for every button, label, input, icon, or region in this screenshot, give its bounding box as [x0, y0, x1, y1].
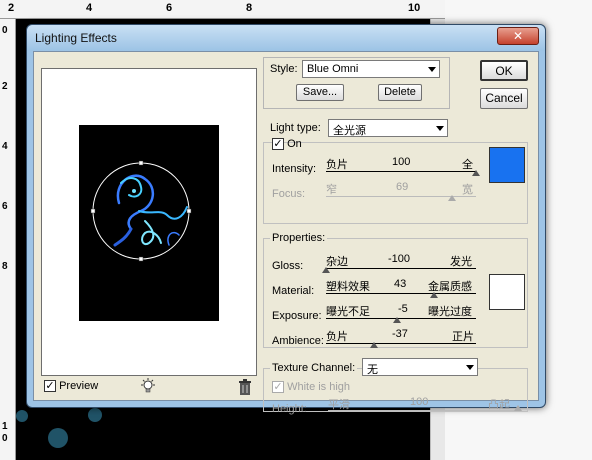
- close-button[interactable]: ✕: [497, 27, 539, 45]
- properties-color-swatch[interactable]: [489, 274, 525, 310]
- height-value: 100: [410, 396, 429, 408]
- material-slider-track[interactable]: [326, 293, 476, 294]
- intensity-value: 100: [392, 156, 411, 168]
- intensity-slider-track[interactable]: [326, 171, 476, 172]
- focus-label: Focus:: [272, 188, 306, 200]
- chevron-down-icon: [436, 126, 444, 131]
- preview-toggle[interactable]: ✓ Preview: [44, 380, 99, 393]
- dialog-client: ✓ Preview Style: Blue Omni Save... Delet…: [33, 51, 539, 415]
- ruler-number: 2: [8, 2, 15, 14]
- preview-pane: [41, 68, 257, 376]
- white-is-high-toggle[interactable]: ✓ White is high: [272, 381, 351, 394]
- material-min-label: 塑料效果: [326, 281, 370, 293]
- gloss-value: -100: [388, 253, 411, 265]
- ambience-value: -37: [392, 328, 408, 340]
- gloss-slider-thumb[interactable]: [322, 267, 330, 273]
- focus-min-label: 窄: [326, 184, 337, 196]
- ruler-number: 6: [166, 2, 173, 14]
- ruler-number: 0: [2, 25, 8, 36]
- light-on-checkbox[interactable]: ✓: [272, 138, 284, 151]
- preview-image[interactable]: [79, 125, 219, 321]
- intensity-min-label: 负片: [326, 159, 348, 171]
- light-type-select[interactable]: 全光源: [328, 119, 448, 137]
- top-ruler: 2 4 6 8 10: [0, 0, 445, 19]
- gloss-max-label: 发光: [450, 256, 472, 268]
- ambience-min-label: 负片: [326, 331, 348, 343]
- texture-channel-select[interactable]: 无: [362, 358, 478, 376]
- exposure-value: -5: [398, 303, 408, 315]
- style-group: [263, 57, 450, 109]
- exposure-slider-thumb[interactable]: [392, 317, 401, 323]
- light-type-select-value: 全光源: [333, 125, 366, 137]
- dialog-titlebar[interactable]: Lighting Effects ✕: [27, 25, 545, 51]
- material-slider-thumb[interactable]: [430, 292, 438, 298]
- focus-value: 69: [396, 181, 409, 193]
- preview-label: Preview: [59, 380, 99, 393]
- canvas-decoration: [48, 428, 68, 448]
- canvas-decoration: [88, 408, 102, 422]
- ruler-number: 2: [2, 81, 8, 92]
- exposure-min-label: 曝光不足: [326, 306, 370, 318]
- chevron-down-icon: [466, 365, 474, 370]
- cancel-button[interactable]: Cancel: [480, 88, 528, 109]
- intensity-label: Intensity:: [272, 163, 317, 175]
- ruler-number: 10: [408, 2, 421, 14]
- properties-title: Properties:: [270, 232, 328, 244]
- texture-channel-select-value: 无: [367, 364, 378, 376]
- canvas-decoration: [16, 410, 28, 422]
- ambience-slider-thumb[interactable]: [370, 342, 378, 348]
- ruler-number: 0: [2, 433, 8, 444]
- ruler-number: 6: [2, 201, 8, 212]
- height-slider-track[interactable]: [328, 410, 518, 411]
- white-is-high-checkbox[interactable]: ✓: [272, 381, 284, 394]
- ambience-slider-track[interactable]: [326, 343, 476, 344]
- gloss-label: Gloss:: [272, 260, 304, 272]
- focus-max-label: 宽: [462, 184, 473, 196]
- intensity-slider-thumb[interactable]: [472, 170, 480, 176]
- exposure-max-label: 曝光过度: [428, 306, 472, 318]
- preview-checkbox[interactable]: ✓: [44, 380, 56, 393]
- lighting-effects-dialog: Lighting Effects ✕ ✓ Preview Style: Blue…: [26, 24, 546, 415]
- white-is-high-label: White is high: [287, 381, 351, 394]
- height-slider-thumb[interactable]: [514, 405, 522, 411]
- dialog-title: Lighting Effects: [35, 31, 117, 45]
- focus-slider-thumb[interactable]: [448, 195, 456, 201]
- ruler-number: 1: [2, 421, 8, 432]
- ruler-number: 8: [2, 261, 8, 272]
- material-value: 43: [394, 278, 407, 290]
- ok-button[interactable]: OK: [480, 60, 528, 81]
- exposure-label: Exposure:: [272, 310, 322, 322]
- light-on-toggle[interactable]: ✓ On: [272, 138, 302, 151]
- light-color-swatch[interactable]: [489, 147, 525, 183]
- gloss-slider-track[interactable]: [326, 268, 476, 269]
- light-type-label: Light type:: [270, 122, 321, 134]
- material-label: Material:: [272, 285, 315, 297]
- ruler-number: 8: [246, 2, 253, 14]
- light-on-label: On: [287, 138, 302, 151]
- height-label: Height:: [272, 403, 307, 415]
- left-ruler: 0 2 4 6 8 1 0: [0, 19, 16, 460]
- trash-icon[interactable]: [238, 379, 252, 395]
- light-preview-graphic: [90, 160, 192, 262]
- exposure-slider-track[interactable]: [326, 318, 476, 319]
- light-bulb-icon[interactable]: [140, 378, 156, 394]
- texture-channel-label: Texture Channel:: [270, 362, 358, 374]
- ruler-number: 4: [2, 141, 8, 152]
- ambience-max-label: 正片: [452, 331, 474, 343]
- ruler-number: 4: [86, 2, 93, 14]
- ambience-label: Ambience:: [272, 335, 324, 347]
